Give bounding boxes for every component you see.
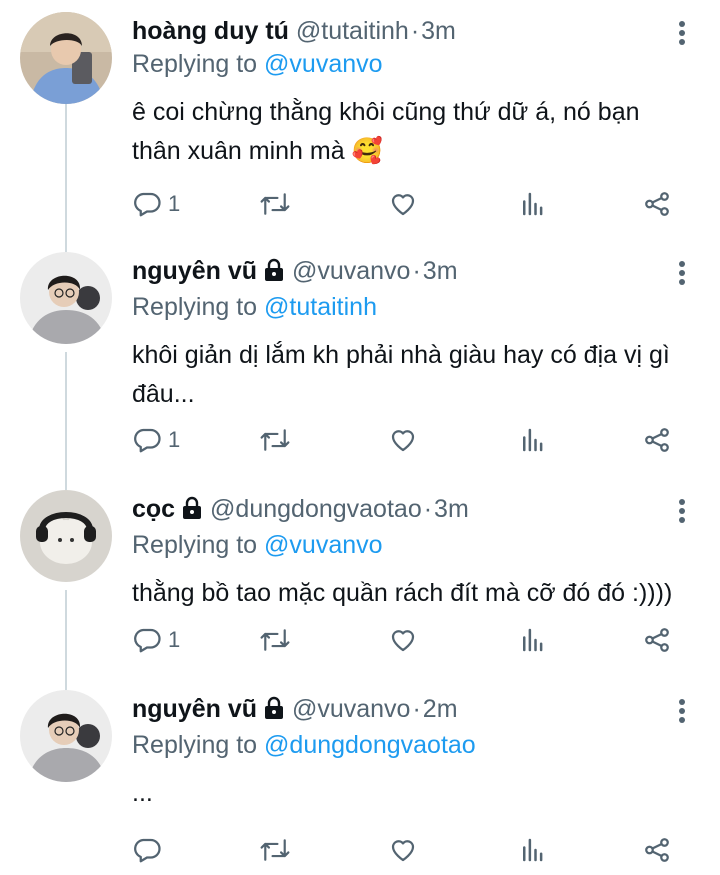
- views-icon: [518, 835, 548, 865]
- reply-count: 1: [168, 191, 181, 216]
- views-button[interactable]: [518, 189, 548, 219]
- reply-icon: [132, 189, 162, 219]
- tweet[interactable]: cọc @dungdongvaotao·3m Replying to @vuva…: [0, 478, 720, 678]
- action-bar: [132, 835, 682, 871]
- share-button[interactable]: [642, 425, 672, 455]
- retweet-icon: [258, 189, 292, 219]
- more-vertical-icon[interactable]: [678, 498, 686, 529]
- retweet-icon: [258, 835, 292, 865]
- views-icon: [518, 625, 548, 655]
- replying-label: Replying to: [132, 293, 258, 321]
- display-name[interactable]: nguyên vũ: [132, 695, 257, 723]
- share-icon: [642, 835, 672, 865]
- like-button[interactable]: [388, 425, 418, 455]
- separator-dot: ·: [412, 257, 421, 285]
- like-button[interactable]: [388, 189, 418, 219]
- lock-icon: [263, 257, 285, 291]
- avatar[interactable]: [20, 12, 112, 104]
- user-handle[interactable]: @vuvanvo: [292, 695, 411, 723]
- reply-icon: [132, 425, 162, 455]
- avatar[interactable]: [20, 252, 112, 344]
- reply-count: 1: [168, 427, 181, 452]
- heart-icon: [388, 625, 418, 655]
- heart-icon: [388, 189, 418, 219]
- replying-mention[interactable]: @tutaitinh: [264, 293, 377, 321]
- heart-icon: [388, 835, 418, 865]
- tweet[interactable]: nguyên vũ @vuvanvo·2m Replying to @dungd…: [0, 678, 720, 875]
- action-bar: 1: [132, 625, 682, 661]
- views-icon: [518, 425, 548, 455]
- like-button[interactable]: [388, 625, 418, 655]
- timestamp[interactable]: 2m: [423, 695, 458, 723]
- replying-mention[interactable]: @vuvanvo: [264, 531, 383, 559]
- share-icon: [642, 189, 672, 219]
- display-name[interactable]: cọc: [132, 495, 175, 523]
- display-name[interactable]: nguyên vũ: [132, 257, 257, 285]
- retweet-button[interactable]: [258, 625, 292, 655]
- more-vertical-icon[interactable]: [678, 260, 686, 291]
- lock-icon: [181, 495, 203, 529]
- like-button[interactable]: [388, 835, 418, 865]
- share-button[interactable]: [642, 625, 672, 655]
- avatar[interactable]: [20, 490, 112, 582]
- separator-dot: ·: [410, 17, 420, 45]
- replying-mention[interactable]: @vuvanvo: [264, 50, 383, 78]
- user-handle[interactable]: @vuvanvo: [292, 257, 411, 285]
- reply-button[interactable]: 1: [132, 189, 180, 219]
- tweet-text: ...: [132, 779, 153, 807]
- replying-label: Replying to: [132, 731, 258, 759]
- views-icon: [518, 189, 548, 219]
- user-handle[interactable]: @tutaitinh: [296, 17, 409, 45]
- share-button[interactable]: [642, 189, 672, 219]
- tweet-text: khôi giản dị lắm kh phải nhà giàu hay có…: [132, 341, 670, 408]
- views-button[interactable]: [518, 625, 548, 655]
- reply-icon: [132, 625, 162, 655]
- timestamp[interactable]: 3m: [434, 495, 469, 523]
- reply-button[interactable]: 1: [132, 625, 180, 655]
- display-name[interactable]: hoàng duy tú: [132, 17, 289, 45]
- separator-dot: ·: [423, 495, 433, 523]
- replying-mention[interactable]: @dungdongvaotao: [264, 731, 476, 759]
- more-vertical-icon[interactable]: [678, 20, 686, 51]
- reply-button[interactable]: 1: [132, 425, 180, 455]
- tweet[interactable]: hoàng duy tú @tutaitinh·3m Replying to @…: [0, 0, 720, 240]
- timestamp[interactable]: 3m: [423, 257, 458, 285]
- action-bar: 1: [132, 425, 682, 461]
- retweet-icon: [258, 425, 292, 455]
- share-icon: [642, 425, 672, 455]
- retweet-button[interactable]: [258, 425, 292, 455]
- action-bar: 1: [132, 189, 682, 225]
- replying-label: Replying to: [132, 531, 258, 559]
- retweet-icon: [258, 625, 292, 655]
- share-icon: [642, 625, 672, 655]
- reply-icon: [132, 835, 162, 865]
- retweet-button[interactable]: [258, 835, 292, 865]
- reply-button[interactable]: [132, 835, 168, 865]
- lock-icon: [263, 695, 285, 729]
- avatar[interactable]: [20, 690, 112, 782]
- user-handle[interactable]: @dungdongvaotao: [210, 495, 422, 523]
- retweet-button[interactable]: [258, 189, 292, 219]
- tweet-text: thằng bồ tao mặc quần rách đít mà cỡ đó …: [132, 579, 673, 607]
- views-button[interactable]: [518, 835, 548, 865]
- tweet[interactable]: nguyên vũ @vuvanvo·3m Replying to @tutai…: [0, 240, 720, 478]
- reply-count: 1: [168, 627, 181, 652]
- more-vertical-icon[interactable]: [678, 698, 686, 729]
- share-button[interactable]: [642, 835, 672, 865]
- heart-icon: [388, 425, 418, 455]
- replying-label: Replying to: [132, 50, 258, 78]
- views-button[interactable]: [518, 425, 548, 455]
- tweet-text: ê coi chừng thằng khôi cũng thứ dữ á, nó…: [132, 98, 640, 165]
- separator-dot: ·: [412, 695, 421, 723]
- timestamp[interactable]: 3m: [421, 17, 456, 45]
